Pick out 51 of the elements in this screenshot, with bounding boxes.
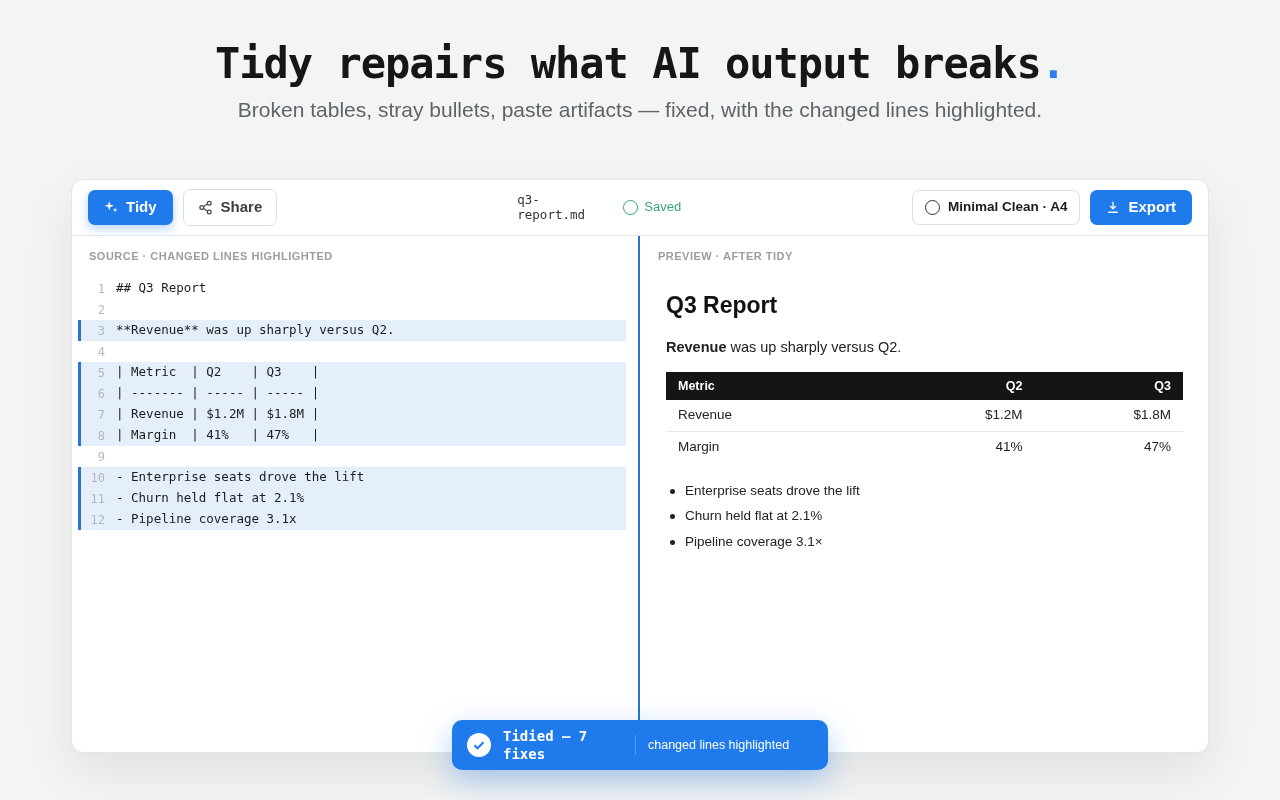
code-text: **Revenue** was up sharply versus Q2. <box>116 321 395 340</box>
toast-title: Tidied — 7 fixes <box>503 727 589 763</box>
bullet-text: Enterprise seats drove the lift <box>685 481 860 500</box>
table-cell: $1.2M <box>886 400 1035 432</box>
line-number: 9 <box>96 448 105 466</box>
download-icon <box>1106 200 1121 214</box>
bullet-text: Churn held flat at 2.1% <box>685 507 823 526</box>
line-number: 4 <box>96 343 105 361</box>
table-header-cell: Q2 <box>886 372 1035 401</box>
code-text: ## Q3 Report <box>116 279 207 298</box>
line-number: 6 <box>96 385 105 403</box>
line-number: 1 <box>96 280 105 298</box>
preview-paragraph: Revenue was up sharply versus Q2. <box>666 337 903 357</box>
code-text: | Metric | Q2 | Q3 | <box>116 363 320 382</box>
source-heading: SOURCE · CHANGED LINES HIGHLIGHTED <box>88 248 334 264</box>
code-text: - Churn held flat at 2.1% <box>116 489 305 508</box>
table-cell: 41% <box>886 431 1035 463</box>
save-status: Saved <box>644 198 682 217</box>
line-number: 5 <box>96 364 105 382</box>
file-name: q3-report.md <box>517 192 586 222</box>
line-number: 12 <box>89 511 105 529</box>
code-text: | Margin | 41% | 47% | <box>116 426 320 445</box>
table-cell: 47% <box>1034 431 1183 463</box>
check-circle-icon <box>467 733 491 757</box>
line-number: 8 <box>96 427 105 445</box>
theme-selector[interactable]: Minimal Clean · A4 <box>911 189 1081 225</box>
code-text: - Pipeline coverage 3.1x <box>116 510 297 529</box>
table-cell: $1.8M <box>1034 400 1183 432</box>
line-number: 11 <box>89 490 105 508</box>
export-button[interactable]: Export <box>1090 189 1192 225</box>
line-number: 10 <box>89 469 105 487</box>
line-number: 7 <box>96 406 105 424</box>
bullet-text: Pipeline coverage 3.1× <box>685 532 823 551</box>
table-cell: Margin <box>666 431 886 463</box>
code-text: - Enterprise seats drove the lift <box>116 468 365 487</box>
line-number: 2 <box>96 301 105 319</box>
toast-note: changed lines highlighted <box>648 736 790 754</box>
tidy-button[interactable]: Tidy <box>88 189 173 225</box>
table-header-cell: Q3 <box>1034 372 1183 401</box>
table-header-cell: Metric <box>666 372 886 401</box>
share-button[interactable]: Share <box>182 188 278 226</box>
line-number: 3 <box>96 322 105 340</box>
code-text: | ------- | ----- | ----- | <box>116 384 320 403</box>
sparkle-icon <box>104 200 118 214</box>
preview-title: Q3 Report <box>666 291 779 320</box>
hero-title: Tidy repairs what AI output breaks. <box>215 38 1065 90</box>
share-icon <box>197 199 213 215</box>
hero-subtitle: Broken tables, stray bullets, paste artifacts — fixed, with the changed lines highlighted. <box>237 97 1043 123</box>
table-cell: Revenue <box>666 400 886 432</box>
code-text: | Revenue | $1.2M | $1.8M | <box>116 405 320 424</box>
preview-heading: PREVIEW · AFTER TIDY <box>658 248 794 264</box>
